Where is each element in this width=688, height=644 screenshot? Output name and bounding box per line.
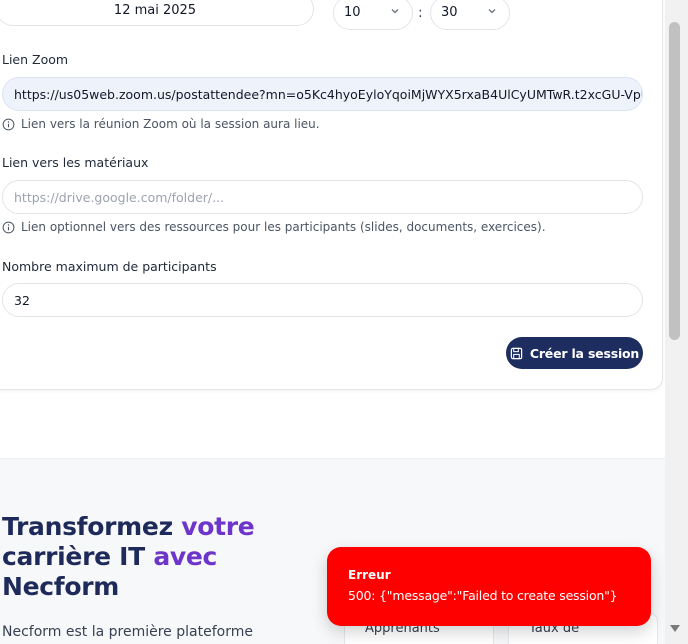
save-icon — [510, 347, 523, 359]
zoom-link-label: Lien Zoom — [2, 52, 69, 67]
materials-link-label: Lien vers les matériaux — [2, 155, 149, 170]
minute-value: 30 — [441, 5, 458, 20]
hero-title-line2-text: carrière IT — [2, 542, 154, 571]
hero-title-line2-accent: avec — [153, 542, 218, 571]
info-icon — [2, 118, 15, 130]
page-viewport: 12 mai 2025 10 : 30 Lien Zoom https://us… — [0, 0, 665, 644]
zoom-link-hint-text: Lien vers la réunion Zoom où la session … — [21, 117, 320, 131]
create-session-button[interactable]: Créer la session — [506, 337, 643, 369]
materials-link-input[interactable]: https://drive.google.com/folder/... — [2, 180, 643, 214]
zoom-link-input[interactable]: https://us05web.zoom.us/postattendee?mn=… — [2, 77, 643, 111]
scrollbar-thumb[interactable] — [669, 22, 680, 340]
create-session-button-label: Créer la session — [529, 345, 640, 361]
minute-select[interactable]: 30 — [430, 0, 510, 30]
max-participants-label: Nombre maximum de participants — [2, 259, 217, 274]
zoom-link-hint: Lien vers la réunion Zoom où la session … — [2, 117, 320, 131]
hero-title-accent2-prefix: carrière IT avec — [2, 542, 217, 571]
time-separator: : — [418, 5, 423, 21]
hero-title-accent2: carrière IT avec — [2, 542, 217, 571]
date-value: 12 mai 2025 — [113, 3, 197, 18]
materials-link-hint-text: Lien optionnel vers des ressources pour … — [21, 220, 546, 234]
hero-title: Transformez votre carrière IT avec Necfo… — [2, 512, 262, 602]
vertical-scrollbar[interactable] — [665, 0, 688, 644]
hero-title-accent1: votre — [181, 512, 255, 541]
hour-value: 10 — [344, 5, 361, 20]
error-toast[interactable]: Erreur 500: {"message":"Failed to create… — [327, 547, 651, 626]
materials-link-hint: Lien optionnel vers des ressources pour … — [2, 220, 546, 234]
chevron-down-icon — [488, 9, 496, 14]
hour-select[interactable]: 10 — [333, 0, 413, 30]
date-field[interactable]: 12 mai 2025 — [0, 0, 314, 26]
hero-title-part1: Transformez — [2, 512, 173, 541]
max-participants-input[interactable]: 32 — [2, 283, 643, 317]
toast-title: Erreur — [348, 568, 391, 582]
hero-description: Necform est la première plateforme — [2, 624, 253, 640]
info-icon — [2, 221, 15, 233]
chevron-down-icon — [391, 9, 399, 14]
scroll-down-arrow-icon[interactable] — [670, 625, 680, 632]
hero-title-part2: Necform — [2, 572, 120, 601]
toast-message: 500: {"message":"Failed to create sessio… — [348, 588, 618, 603]
